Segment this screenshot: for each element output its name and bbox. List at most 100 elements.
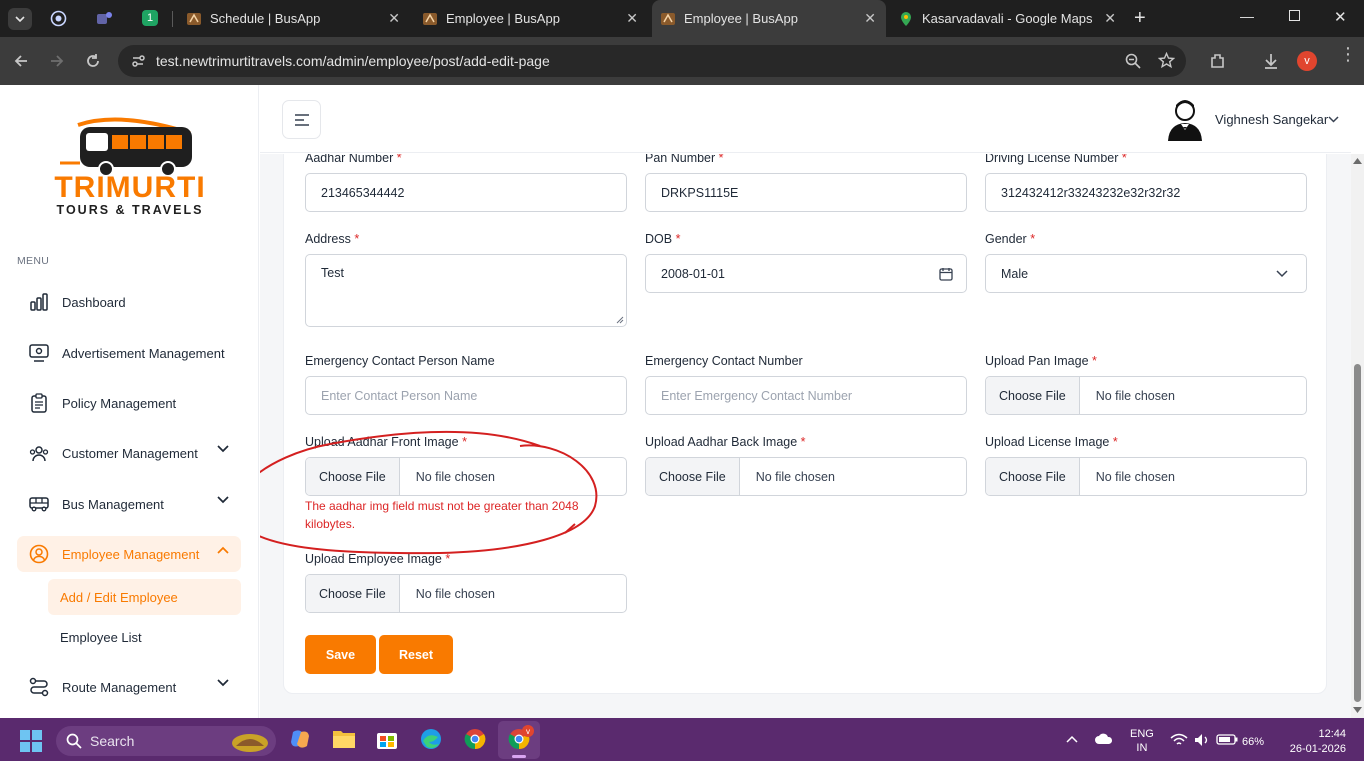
nav-bus-management[interactable]: Bus Management — [17, 486, 241, 522]
tab-pinned-badge[interactable]: 1 — [142, 10, 158, 26]
nav-customer-management[interactable]: Customer Management — [17, 435, 241, 471]
pan-number-input[interactable]: DRKPS1115E — [645, 173, 967, 212]
tab-separator — [172, 11, 173, 27]
nav-label: Dashboard — [62, 294, 126, 310]
tab-teams[interactable] — [96, 10, 113, 32]
close-tab-icon[interactable]: ✕ — [864, 10, 876, 27]
page-scrollbar[interactable] — [1351, 154, 1364, 718]
wifi-icon[interactable] — [1170, 733, 1188, 747]
gender-select[interactable]: Male — [985, 254, 1307, 293]
aadhar-back-file-input[interactable]: Choose File No file chosen — [645, 457, 967, 496]
zoom-icon[interactable] — [1125, 53, 1141, 69]
chevron-up-icon[interactable] — [1066, 735, 1078, 743]
reload-icon[interactable] — [85, 53, 101, 69]
file-status: No file chosen — [1095, 388, 1175, 403]
emergency-name-input[interactable]: Enter Contact Person Name — [305, 376, 627, 415]
tab-whatsapp[interactable] — [50, 10, 67, 32]
user-name[interactable]: Vighnesh Sangekar — [1215, 112, 1328, 127]
profile-avatar[interactable]: v — [1297, 51, 1317, 71]
pan-image-file-input[interactable]: Choose File No file chosen — [985, 376, 1307, 415]
nav-dashboard[interactable]: Dashboard — [17, 284, 241, 320]
bus-icon — [28, 493, 50, 515]
avatar[interactable] — [1165, 97, 1205, 141]
nav-label: Policy Management — [62, 395, 177, 411]
close-window-icon[interactable]: ✕ — [1334, 8, 1347, 26]
close-tab-icon[interactable]: ✕ — [626, 10, 638, 27]
close-tab-icon[interactable]: ✕ — [1104, 10, 1116, 27]
clock[interactable]: 12:44 26-01-2026 — [1282, 727, 1346, 757]
sidebar-toggle-button[interactable] — [282, 100, 321, 139]
scroll-down-arrow-icon[interactable] — [1353, 707, 1362, 713]
nav-label: Customer Management — [62, 445, 198, 461]
nav-advertisement-management[interactable]: Advertisement Management — [17, 335, 241, 371]
extensions-icon[interactable] — [1209, 52, 1227, 70]
scroll-up-arrow-icon[interactable] — [1353, 158, 1362, 164]
address-label: Address * — [305, 232, 360, 246]
close-tab-icon[interactable]: ✕ — [388, 10, 400, 27]
tab-search-button[interactable] — [8, 8, 32, 30]
download-icon[interactable] — [1262, 52, 1280, 70]
menu-heading: MENU — [17, 255, 50, 267]
emergency-number-label: Emergency Contact Number — [645, 354, 803, 368]
language-indicator[interactable]: ENG IN — [1130, 727, 1154, 755]
tab-employee-1[interactable]: Employee | BusApp ✕ — [416, 0, 648, 37]
minimize-icon[interactable]: — — [1240, 8, 1254, 24]
users-icon — [28, 442, 50, 464]
tab-title: Employee | BusApp — [446, 11, 560, 26]
choose-file-button[interactable]: Choose File — [306, 575, 400, 612]
teams-icon — [97, 12, 112, 24]
windows-start-icon[interactable] — [20, 730, 42, 752]
chrome-icon[interactable] — [464, 728, 486, 750]
tab-google-maps[interactable]: Kasarvadavali - Google Maps ✕ — [892, 0, 1126, 37]
profile-badge: v — [522, 725, 534, 737]
nav-route-management[interactable]: Route Management — [17, 669, 241, 705]
back-icon[interactable] — [13, 53, 29, 69]
resize-handle-icon[interactable] — [616, 316, 624, 324]
dob-input[interactable]: 2008-01-01 — [645, 254, 967, 293]
chevron-down-icon[interactable] — [1328, 116, 1339, 123]
battery-percent: 66% — [1242, 736, 1265, 748]
site-info-icon[interactable] — [130, 53, 146, 69]
volume-icon[interactable] — [1194, 733, 1210, 747]
windows-taskbar: Search v ENG IN 66% 12:44 26-01-2026 — [0, 718, 1364, 761]
aadhar-number-input[interactable]: 213465344442 — [305, 173, 627, 212]
microsoft-store-icon[interactable] — [376, 728, 398, 750]
busapp-icon — [422, 11, 438, 27]
employee-image-file-input[interactable]: Choose File No file chosen — [305, 574, 627, 613]
new-tab-button[interactable]: + — [1134, 7, 1146, 30]
edge-icon[interactable] — [420, 728, 442, 750]
menu-kebab-icon[interactable]: ⋮ — [1339, 45, 1357, 63]
chrome-active-app[interactable]: v — [498, 721, 540, 759]
address-bar[interactable]: test.newtrimurtitravels.com/admin/employ… — [118, 45, 1186, 77]
scrollbar-thumb[interactable] — [1354, 364, 1361, 702]
file-status: No file chosen — [1095, 469, 1175, 484]
tab-employee-active[interactable]: Employee | BusApp ✕ — [652, 0, 886, 37]
taskbar-search[interactable]: Search — [56, 726, 276, 756]
emergency-number-input[interactable]: Enter Emergency Contact Number — [645, 376, 967, 415]
nav-policy-management[interactable]: Policy Management — [17, 385, 241, 421]
address-textarea[interactable]: Test — [305, 254, 627, 327]
tab-schedule[interactable]: Schedule | BusApp ✕ — [180, 0, 410, 37]
reset-button[interactable]: Reset — [379, 635, 453, 674]
save-button[interactable]: Save — [305, 635, 376, 674]
choose-file-button[interactable]: Choose File — [986, 377, 1080, 414]
forward-icon[interactable] — [49, 53, 65, 69]
license-number-input[interactable]: 312432412r33243232e32r32r32 — [985, 173, 1307, 212]
file-explorer-icon[interactable] — [332, 728, 356, 750]
copilot-icon[interactable] — [289, 728, 311, 750]
calendar-icon[interactable] — [939, 267, 953, 281]
license-image-file-input[interactable]: Choose File No file chosen — [985, 457, 1307, 496]
advertisement-icon — [28, 342, 50, 364]
subnav-add-edit-employee[interactable]: Add / Edit Employee — [48, 579, 241, 615]
nav-label: Bus Management — [62, 496, 164, 512]
bookmark-star-icon[interactable] — [1158, 52, 1175, 69]
maximize-icon[interactable] — [1289, 10, 1300, 21]
subnav-employee-list[interactable]: Employee List — [48, 619, 241, 655]
bus-logo-icon — [60, 117, 192, 177]
choose-file-button[interactable]: Choose File — [986, 458, 1080, 495]
battery-icon[interactable] — [1216, 734, 1238, 745]
choose-file-button[interactable]: Choose File — [646, 458, 740, 495]
search-highlight-icon — [232, 734, 268, 752]
cloud-sync-icon[interactable] — [1094, 731, 1114, 747]
nav-employee-management[interactable]: Employee Management — [17, 536, 241, 572]
